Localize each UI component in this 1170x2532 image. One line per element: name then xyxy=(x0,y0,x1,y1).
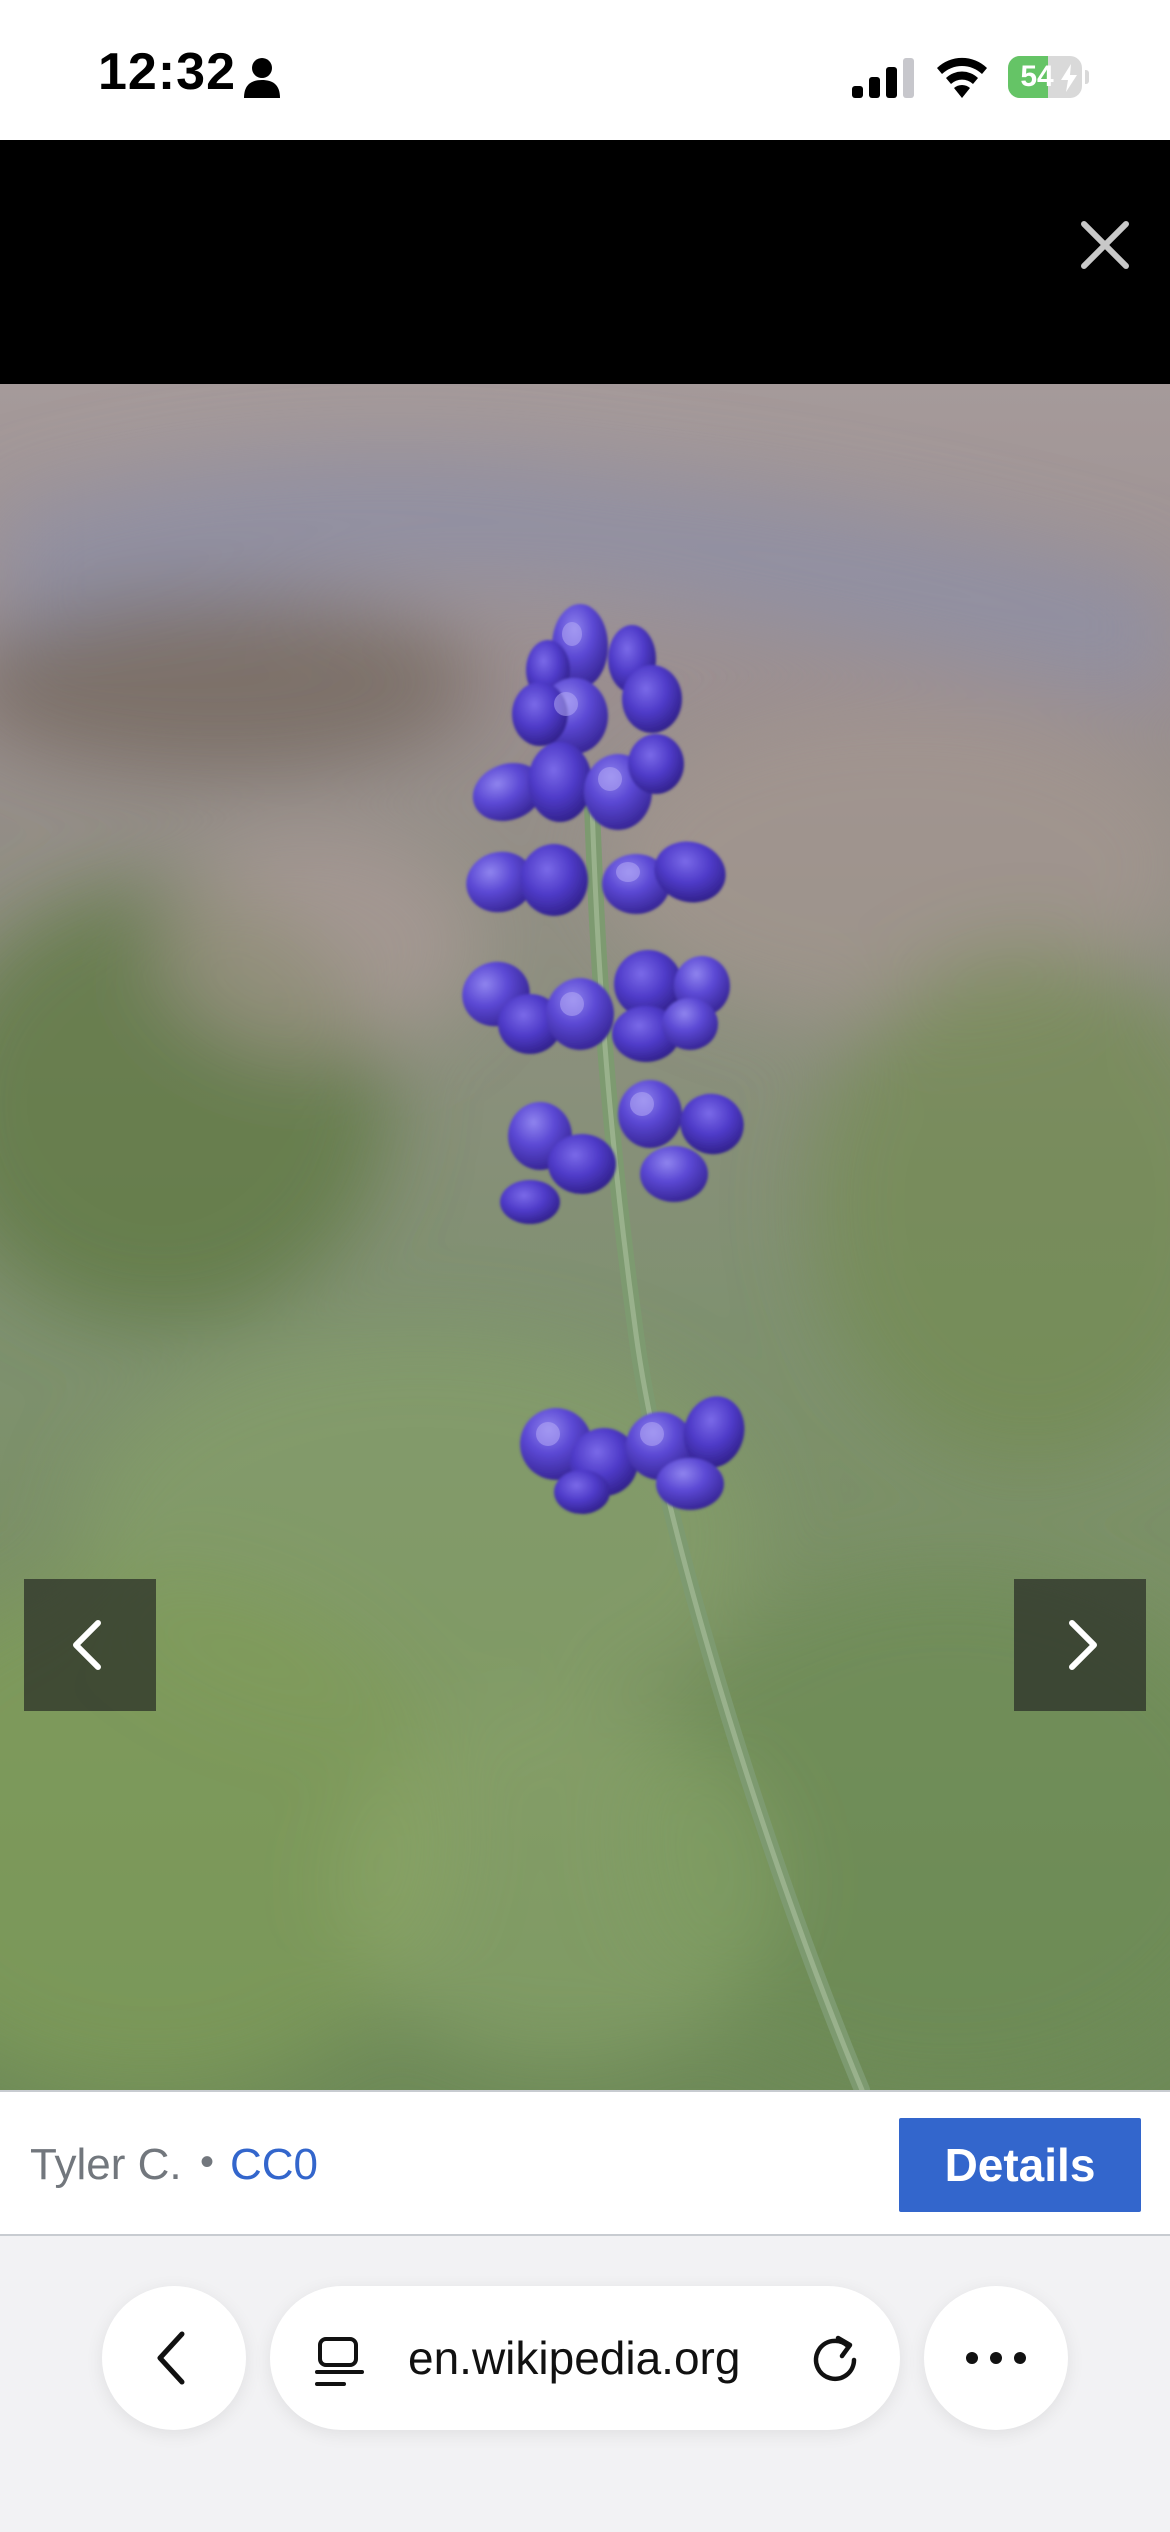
back-chevron-icon xyxy=(157,2331,185,2385)
caption-separator: • xyxy=(200,2140,215,2184)
address-url: en.wikipedia.org xyxy=(408,2332,741,2384)
person-icon xyxy=(244,58,280,98)
address-bar[interactable]: en.wikipedia.org xyxy=(270,2286,900,2430)
caption-bar: Tyler C. • CC0 Details xyxy=(0,2090,1170,2236)
back-button[interactable] xyxy=(102,2286,246,2430)
status-time: 12:32 xyxy=(98,43,236,101)
more-icon xyxy=(966,2352,1026,2364)
more-button[interactable] xyxy=(924,2286,1068,2430)
wifi-icon xyxy=(937,57,987,98)
battery-level: 54 xyxy=(1020,60,1054,93)
image-author: Tyler C. xyxy=(30,2140,182,2189)
battery-icon: 54 xyxy=(1008,56,1089,98)
details-button[interactable]: Details xyxy=(899,2118,1141,2212)
status-bar: 12:32 54 xyxy=(0,0,1170,140)
license-link[interactable]: CC0 xyxy=(230,2140,318,2190)
chevron-right-icon xyxy=(1069,1620,1097,1670)
next-image-button[interactable] xyxy=(1014,1579,1146,1711)
cellular-signal-icon xyxy=(852,58,914,98)
page-menu-icon[interactable] xyxy=(314,2336,366,2388)
close-icon[interactable] xyxy=(1070,210,1140,280)
charging-bolt-icon xyxy=(1061,64,1077,92)
browser-toolbar: en.wikipedia.org xyxy=(0,2236,1170,2532)
previous-image-button[interactable] xyxy=(24,1579,156,1711)
chevron-left-icon xyxy=(73,1620,101,1670)
reload-icon[interactable] xyxy=(808,2332,862,2386)
media-image xyxy=(0,384,1170,2090)
viewer-header xyxy=(0,140,1170,384)
